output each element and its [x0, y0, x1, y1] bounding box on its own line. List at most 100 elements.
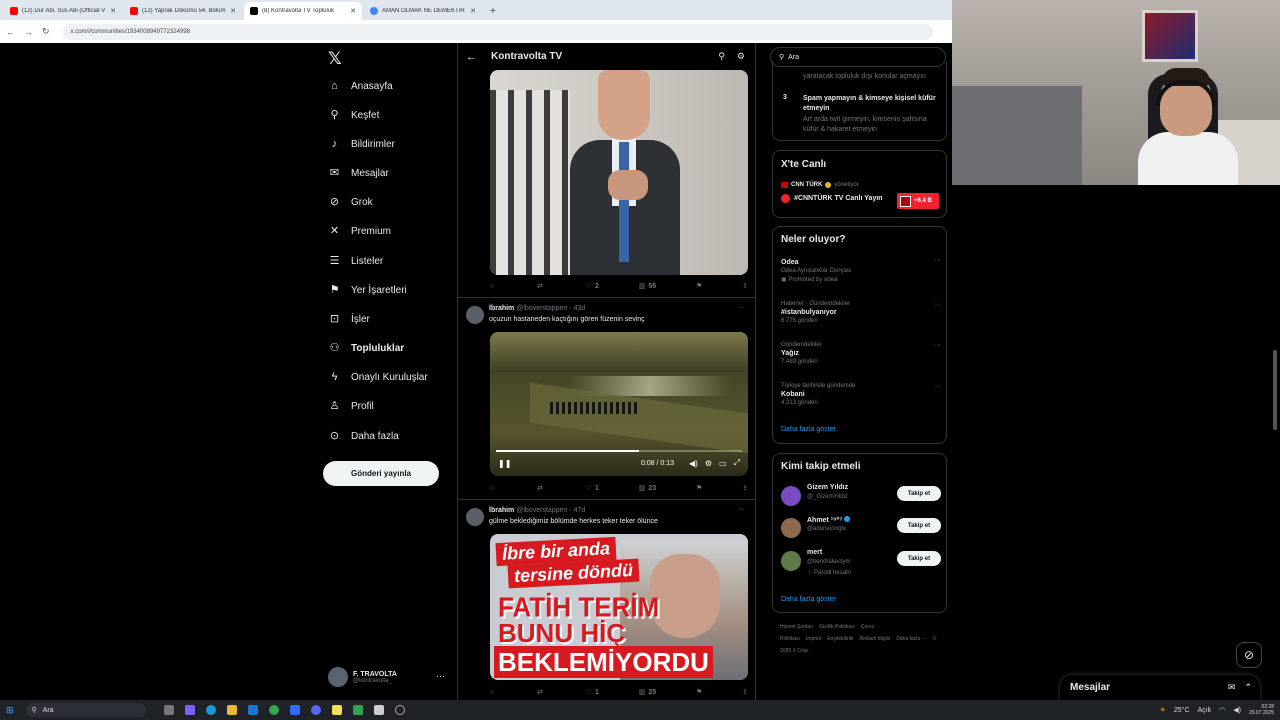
- close-icon[interactable]: ✕: [230, 7, 236, 15]
- bookmark-icon[interactable]: ⚑: [696, 282, 702, 290]
- search-input[interactable]: [788, 53, 929, 61]
- new-tab-icon[interactable]: +: [490, 6, 496, 17]
- footer-link[interactable]: Imprint: [806, 636, 821, 642]
- footer-link[interactable]: Gizlilik Politikası: [819, 624, 855, 630]
- post-image[interactable]: İbre bir anda tersine döndü FATİH TERİM …: [490, 534, 748, 680]
- forward-arrow-icon[interactable]: →: [24, 27, 33, 37]
- copilot-icon[interactable]: [184, 705, 195, 715]
- taskbar-search[interactable]: ⚲ Ara: [25, 703, 146, 717]
- nav-item-6[interactable]: ☰ Listeler: [328, 255, 384, 268]
- gear-icon[interactable]: ⚙: [737, 51, 745, 62]
- windows-start-icon[interactable]: ⊞: [6, 705, 14, 716]
- like-icon[interactable]: ♡ 2: [586, 282, 599, 291]
- post-button[interactable]: Gönderi yayınla: [323, 461, 439, 486]
- nav-item-10[interactable]: ϟ Onaylı Kuruluşlar: [328, 371, 428, 384]
- reply-icon[interactable]: ○: [490, 688, 497, 696]
- task-view-icon[interactable]: [163, 705, 174, 715]
- repost-icon[interactable]: ⇄: [537, 484, 546, 492]
- post-author[interactable]: İbrahim: [489, 507, 514, 514]
- fullscreen-icon[interactable]: ⤢: [734, 458, 740, 468]
- follow-button[interactable]: Takip et: [897, 551, 941, 566]
- more-dots-icon[interactable]: ···: [934, 257, 941, 264]
- more-dots-icon[interactable]: ···: [934, 342, 941, 349]
- follow-suggestion[interactable]: mert @bendrakeclym ♢ Parodi hesabı Takip…: [781, 549, 941, 581]
- avatar[interactable]: [781, 486, 801, 506]
- like-icon[interactable]: ♡ 1: [586, 688, 599, 697]
- clock[interactable]: 02:28 29.07.2025: [1249, 704, 1274, 716]
- browser-tab-2[interactable]: (12) Yaprak Dökümü 54. Bölüm ✕: [124, 2, 242, 20]
- avatar[interactable]: [781, 551, 801, 571]
- nav-item-1[interactable]: ⚲ Keşfet: [328, 109, 379, 122]
- footer-link[interactable]: Daha fazla ···: [896, 636, 926, 642]
- share-icon[interactable]: ⇪: [742, 282, 748, 290]
- nav-item-8[interactable]: ⊡ İşler: [328, 313, 370, 326]
- views-icon[interactable]: ▥ 23: [639, 484, 656, 493]
- x-logo-icon[interactable]: 𝕏: [328, 49, 342, 69]
- notes-icon[interactable]: [331, 705, 342, 715]
- bookmark-icon[interactable]: ⚑: [696, 484, 702, 492]
- nav-item-2[interactable]: ♪ Bildirimler: [328, 138, 395, 151]
- reply-icon[interactable]: ○: [490, 282, 497, 290]
- live-viewers-badge[interactable]: +6,4 B: [897, 193, 939, 209]
- account-switcher[interactable]: F. TRAVOLTA @kontravolta_ ···: [328, 667, 445, 687]
- nav-item-11[interactable]: ♙ Profil: [328, 400, 374, 413]
- wifi-icon[interactable]: ◠: [1219, 706, 1225, 714]
- nav-item-9[interactable]: ⚇ Topluluklar: [328, 342, 405, 355]
- volume-icon[interactable]: ◀): [689, 459, 698, 468]
- video-progress-bar[interactable]: [496, 450, 742, 452]
- avatar[interactable]: [466, 508, 484, 526]
- trend-item[interactable]: Türkiye tarihinde gündemde Kobani 4.313 …: [781, 383, 941, 406]
- search-icon[interactable]: ⚲: [718, 51, 725, 62]
- pause-icon[interactable]: ❚❚: [498, 459, 511, 468]
- page-scrollbar[interactable]: [1273, 350, 1277, 430]
- settings-icon[interactable]: ⚙: [705, 459, 712, 468]
- nav-item-0[interactable]: ⌂ Anasayfa: [328, 80, 393, 93]
- post-video[interactable]: ❚❚ 0:08 / 0:13 ◀) ⚙ ▭ ⤢: [490, 332, 748, 476]
- bookmark-icon[interactable]: ⚑: [696, 688, 702, 696]
- back-arrow-icon[interactable]: ←: [466, 51, 477, 63]
- follow-button[interactable]: Takip et: [897, 486, 941, 501]
- footer-link[interactable]: Erişilebilirlik: [827, 636, 853, 642]
- live-host[interactable]: CNN TÜRK yönetiyor: [781, 182, 859, 188]
- mail-icon[interactable]: [247, 705, 258, 715]
- like-icon[interactable]: ♡ 1: [586, 484, 599, 493]
- browser-tab-3[interactable]: (8) Kontravolta TV Topluluk ✕: [244, 2, 362, 20]
- messages-drawer[interactable]: Mesajlar ✉ ⌃: [1060, 675, 1260, 700]
- repost-icon[interactable]: ⇄: [537, 688, 546, 696]
- reload-icon[interactable]: ↻: [42, 26, 50, 37]
- reply-icon[interactable]: ○: [490, 484, 497, 492]
- trend-item[interactable]: Haberler · Gündemdekiler #istanbulyanıyo…: [781, 301, 941, 324]
- share-icon[interactable]: ⇪: [742, 484, 748, 492]
- avatar[interactable]: [781, 518, 801, 538]
- more-dots-icon[interactable]: ···: [934, 383, 941, 390]
- app-icon[interactable]: [352, 705, 363, 715]
- live-stream[interactable]: #CNNTÜRK TV Canlı Yayın: [781, 194, 883, 203]
- edge-icon[interactable]: [205, 705, 216, 715]
- nav-item-7[interactable]: ⚑ Yer İşaretleri: [328, 284, 407, 297]
- post-handle[interactable]: @lboverstappen: [516, 507, 567, 514]
- avatar[interactable]: [466, 306, 484, 324]
- post-image[interactable]: [490, 70, 748, 275]
- back-arrow-icon[interactable]: ←: [6, 27, 15, 37]
- show-more-link[interactable]: Daha fazla göster: [781, 596, 836, 603]
- share-icon[interactable]: ⇪: [742, 688, 748, 696]
- close-icon[interactable]: ✕: [110, 7, 116, 15]
- nav-item-3[interactable]: ✉ Mesajlar: [328, 167, 389, 180]
- grok-icon[interactable]: ⊘: [1236, 642, 1262, 668]
- follow-suggestion[interactable]: Ahmet ¹⁹⁰⁷ @adursunoglu Takip et: [781, 516, 941, 548]
- trend-item[interactable]: Gündemdekiler Yağız 7.489 gönderi ···: [781, 342, 941, 365]
- new-message-icon[interactable]: ✉: [1228, 682, 1236, 693]
- obs-icon[interactable]: [394, 705, 405, 715]
- follow-suggestion[interactable]: Gizem Yıldız @_GizemYildiz Takip et: [781, 484, 941, 516]
- post-handle[interactable]: @lboverstappen: [516, 305, 567, 312]
- browser-tab-1[interactable]: (12) Dur Abi, Sus Abi (Official V ✕: [4, 2, 122, 20]
- show-more-link[interactable]: Daha fazla göster: [781, 426, 836, 433]
- chevron-up-icon[interactable]: ⌃: [1244, 682, 1252, 693]
- volume-icon[interactable]: ◀): [1233, 706, 1241, 714]
- nav-item-5[interactable]: ✕ Premium: [328, 225, 391, 238]
- file-explorer-icon[interactable]: [226, 705, 237, 715]
- footer-link[interactable]: Hizmet Şartları: [780, 624, 813, 630]
- chrome-icon[interactable]: [268, 705, 279, 715]
- more-dots-icon[interactable]: ···: [738, 304, 745, 311]
- footer-link[interactable]: Reklam bilgisi: [859, 636, 890, 642]
